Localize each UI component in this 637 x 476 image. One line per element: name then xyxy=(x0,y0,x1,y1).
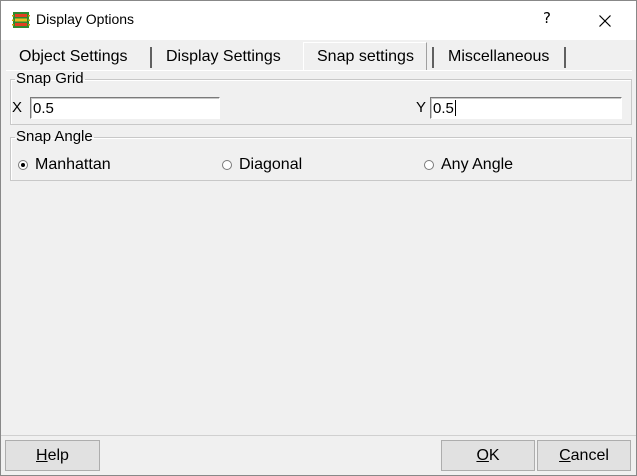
radio-checked-icon xyxy=(18,160,28,170)
cancel-button[interactable]: Cancel xyxy=(537,440,631,471)
tab-miscellaneous[interactable]: Miscellaneous xyxy=(448,44,549,69)
cancel-mnemonic: C xyxy=(559,447,571,464)
display-options-dialog: Display Options ? Object Settings Displa… xyxy=(0,0,637,476)
snap-y-value: 0.5 xyxy=(433,100,454,117)
window-title: Display Options xyxy=(36,11,135,27)
snap-grid-legend: Snap Grid xyxy=(16,70,84,87)
radio-unchecked-icon xyxy=(222,160,232,170)
ok-label-rest: K xyxy=(488,447,500,464)
pcb-chip-icon xyxy=(12,12,30,28)
snap-x-label: X xyxy=(12,99,23,116)
tab-separator xyxy=(564,47,566,68)
text-caret xyxy=(454,100,456,116)
ok-button[interactable]: OK xyxy=(441,440,535,471)
panel-divider xyxy=(1,435,636,436)
tab-strip: Object Settings Display Settings Snap se… xyxy=(1,42,636,71)
tab-object-settings[interactable]: Object Settings xyxy=(19,44,128,69)
title-bar[interactable]: Display Options ? xyxy=(1,1,636,40)
tab-separator xyxy=(150,47,152,68)
radio-diagonal-label: Diagonal xyxy=(239,156,303,173)
tab-display-settings[interactable]: Display Settings xyxy=(166,44,281,69)
ok-mnemonic: O xyxy=(476,447,489,464)
snap-angle-legend: Snap Angle xyxy=(16,128,93,145)
radio-any-angle-label: Any Angle xyxy=(441,156,514,173)
snap-x-value: 0.5 xyxy=(33,100,54,117)
snap-y-label: Y xyxy=(416,99,427,116)
cancel-label-rest: ancel xyxy=(570,447,609,464)
help-label-rest: elp xyxy=(47,447,69,464)
help-title-button[interactable]: ? xyxy=(539,9,555,27)
close-icon xyxy=(599,15,611,27)
radio-manhattan-label: Manhattan xyxy=(35,156,111,173)
tab-separator xyxy=(432,47,434,68)
tab-snap-settings[interactable]: Snap settings xyxy=(303,42,427,71)
radio-unchecked-icon xyxy=(424,160,434,170)
radio-manhattan[interactable]: Manhattan xyxy=(18,156,111,174)
radio-any-angle[interactable]: Any Angle xyxy=(424,156,513,174)
snap-settings-panel: Snap Grid X 0.5 Y 0.5 Snap Angle Manhatt… xyxy=(6,70,632,436)
radio-diagonal[interactable]: Diagonal xyxy=(222,156,302,174)
snap-x-input[interactable]: 0.5 xyxy=(30,97,220,119)
close-button[interactable] xyxy=(593,9,617,33)
snap-y-input[interactable]: 0.5 xyxy=(430,97,622,119)
help-button[interactable]: Help xyxy=(5,440,100,471)
help-mnemonic: H xyxy=(36,447,48,464)
